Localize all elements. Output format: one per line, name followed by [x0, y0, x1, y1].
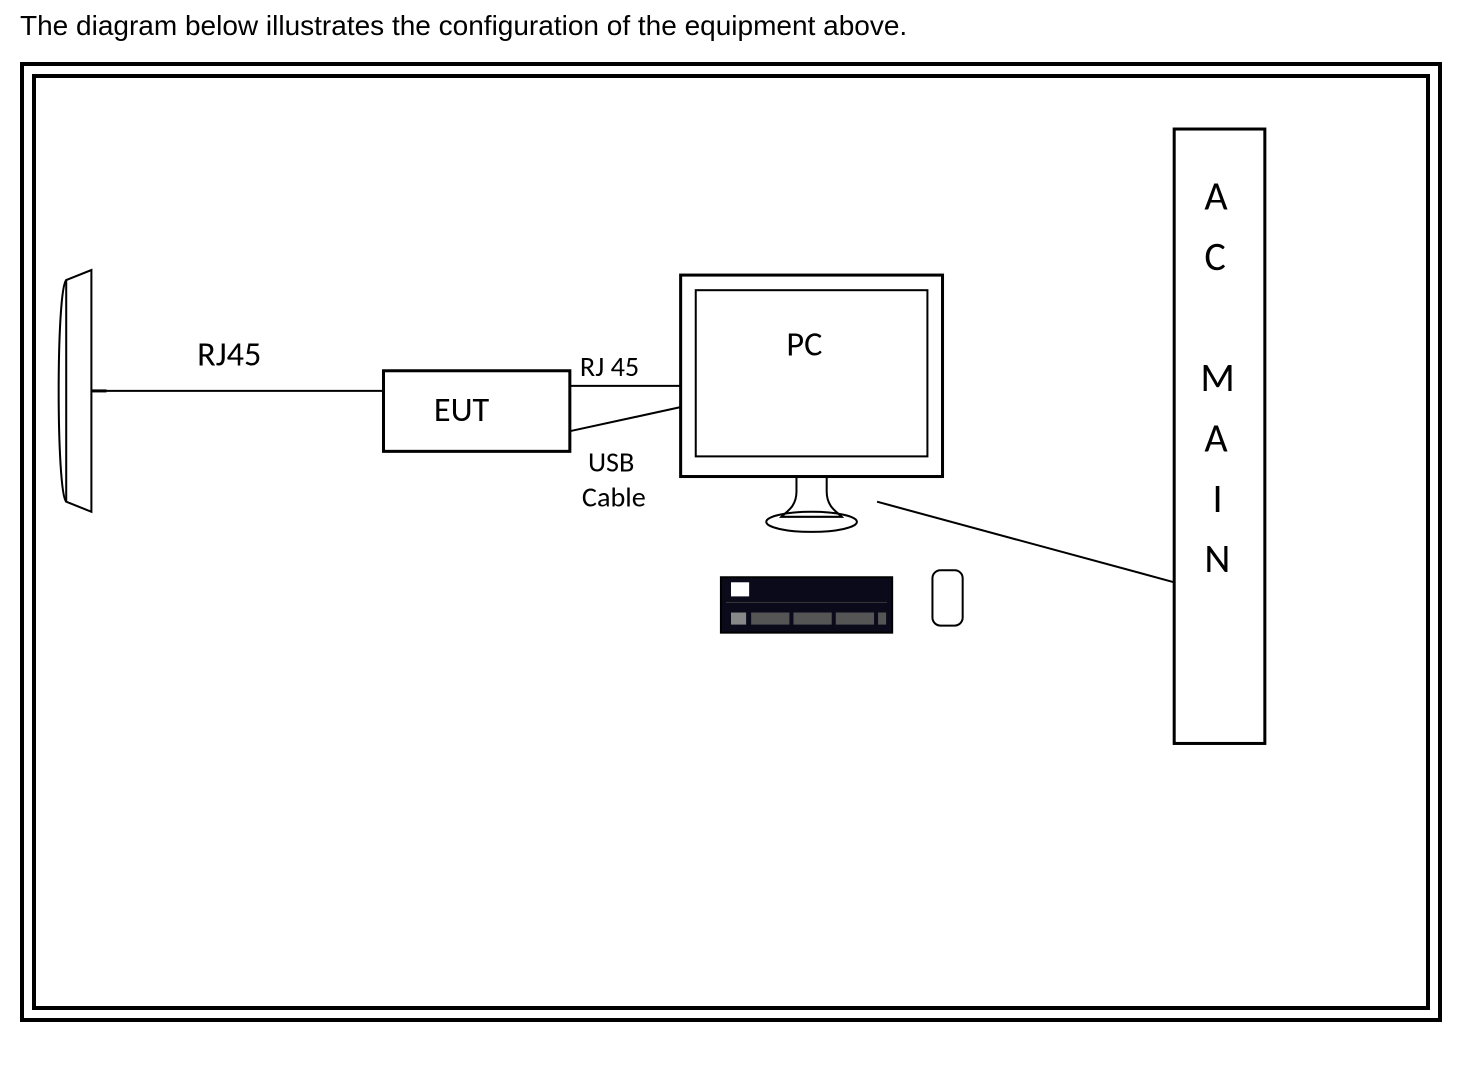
outer-frame: RJ45 EUT RJ 45 USB Cable PC [20, 62, 1442, 1022]
ac-main-label-m: M [1200, 353, 1234, 402]
ac-main-label-i: I [1212, 474, 1222, 523]
ac-main-label-c1: C [1204, 232, 1225, 281]
label-rj45-left: RJ45 [197, 334, 261, 376]
antenna-node [59, 270, 107, 512]
label-cable: Cable [582, 480, 646, 515]
label-rj45-right: RJ 45 [580, 349, 639, 384]
pc-label: PC [786, 324, 822, 366]
eut-label: EUT [434, 389, 490, 431]
ac-main-label-a1: A [1204, 172, 1228, 221]
keyboard-node [721, 577, 892, 632]
diagram-svg: RJ45 EUT RJ 45 USB Cable PC [36, 78, 1426, 1006]
inner-frame: RJ45 EUT RJ 45 USB Cable PC [32, 74, 1430, 1010]
label-usb: USB [588, 444, 634, 479]
diagram-caption: The diagram below illustrates the config… [20, 10, 1442, 42]
mouse-node [932, 570, 962, 625]
conn-pc-ac [877, 502, 1174, 583]
conn-eut-pc-bottom [570, 406, 686, 431]
ac-main-label-n: N [1204, 534, 1230, 583]
ac-main-label-a2: A [1204, 413, 1228, 462]
pc-node: PC [681, 275, 943, 532]
